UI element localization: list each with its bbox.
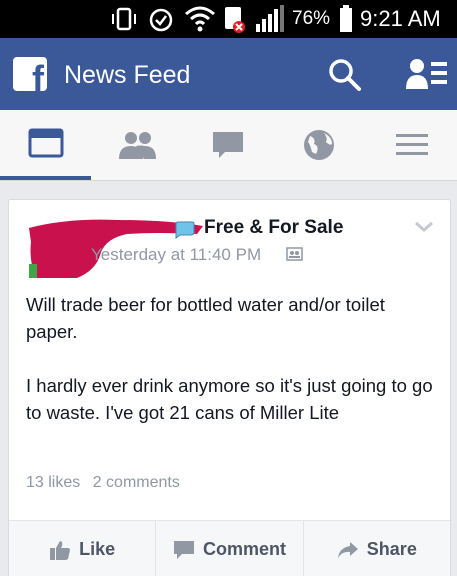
vibrate-icon [112,7,136,31]
share-arrow-icon [337,541,358,558]
chevron-down-icon[interactable] [413,220,435,234]
post-text: Will trade beer for bottled water and/or… [26,291,436,426]
post-paragraph: Will trade beer for bottled water and/or… [26,294,385,342]
post-stats: 13 likes 2 comments [26,474,180,492]
alarm-icon [149,8,173,32]
page-title: News Feed [64,61,191,89]
tab-messages[interactable] [182,110,273,180]
group-icon [175,221,195,239]
comment-label: Comment [202,539,286,559]
share-button[interactable]: Share [304,521,450,576]
battery-icon [340,5,352,32]
wifi-icon [185,6,215,32]
tab-notifications[interactable] [273,110,364,180]
group-audience-icon [286,247,303,261]
like-button[interactable]: Like [9,521,157,576]
feed-post: Free & For Sale Yesterday at 11:40 PM Wi… [8,199,451,576]
group-name[interactable]: Free & For Sale [204,217,343,239]
friends-icon [118,132,156,159]
menu-icon [395,134,428,155]
tab-bar [0,110,457,181]
friend-requests-icon[interactable] [405,56,449,94]
status-bar: 76% 9:21 AM [0,0,457,38]
globe-icon [303,130,334,160]
tab-news-feed[interactable] [0,110,91,180]
comments-count[interactable]: 2 comments [93,474,180,491]
search-icon[interactable] [326,56,364,94]
likes-count[interactable]: 13 likes [26,474,80,491]
clock: 9:21 AM [360,6,441,31]
post-timestamp[interactable]: Yesterday at 11:40 PM [91,245,261,265]
battery-percent: 76% [292,8,331,29]
share-label: Share [366,539,417,559]
messages-icon [212,132,243,158]
redaction-scribble [29,219,203,278]
post-paragraph: I hardly ever drink anymore so it's just… [26,375,433,423]
signal-icon [256,5,284,32]
no-sim-icon [225,7,245,33]
news-feed-icon [28,128,63,158]
comment-button[interactable]: Comment [156,521,304,576]
tab-friends[interactable] [91,110,182,180]
post-actions: Like Comment Share [9,520,450,576]
facebook-logo-icon[interactable]: f [13,57,47,91]
thumbs-up-icon [50,540,71,560]
tab-menu[interactable] [366,110,457,180]
comment-icon [173,540,194,559]
app-header: f News Feed [0,38,457,110]
like-label: Like [79,539,116,559]
